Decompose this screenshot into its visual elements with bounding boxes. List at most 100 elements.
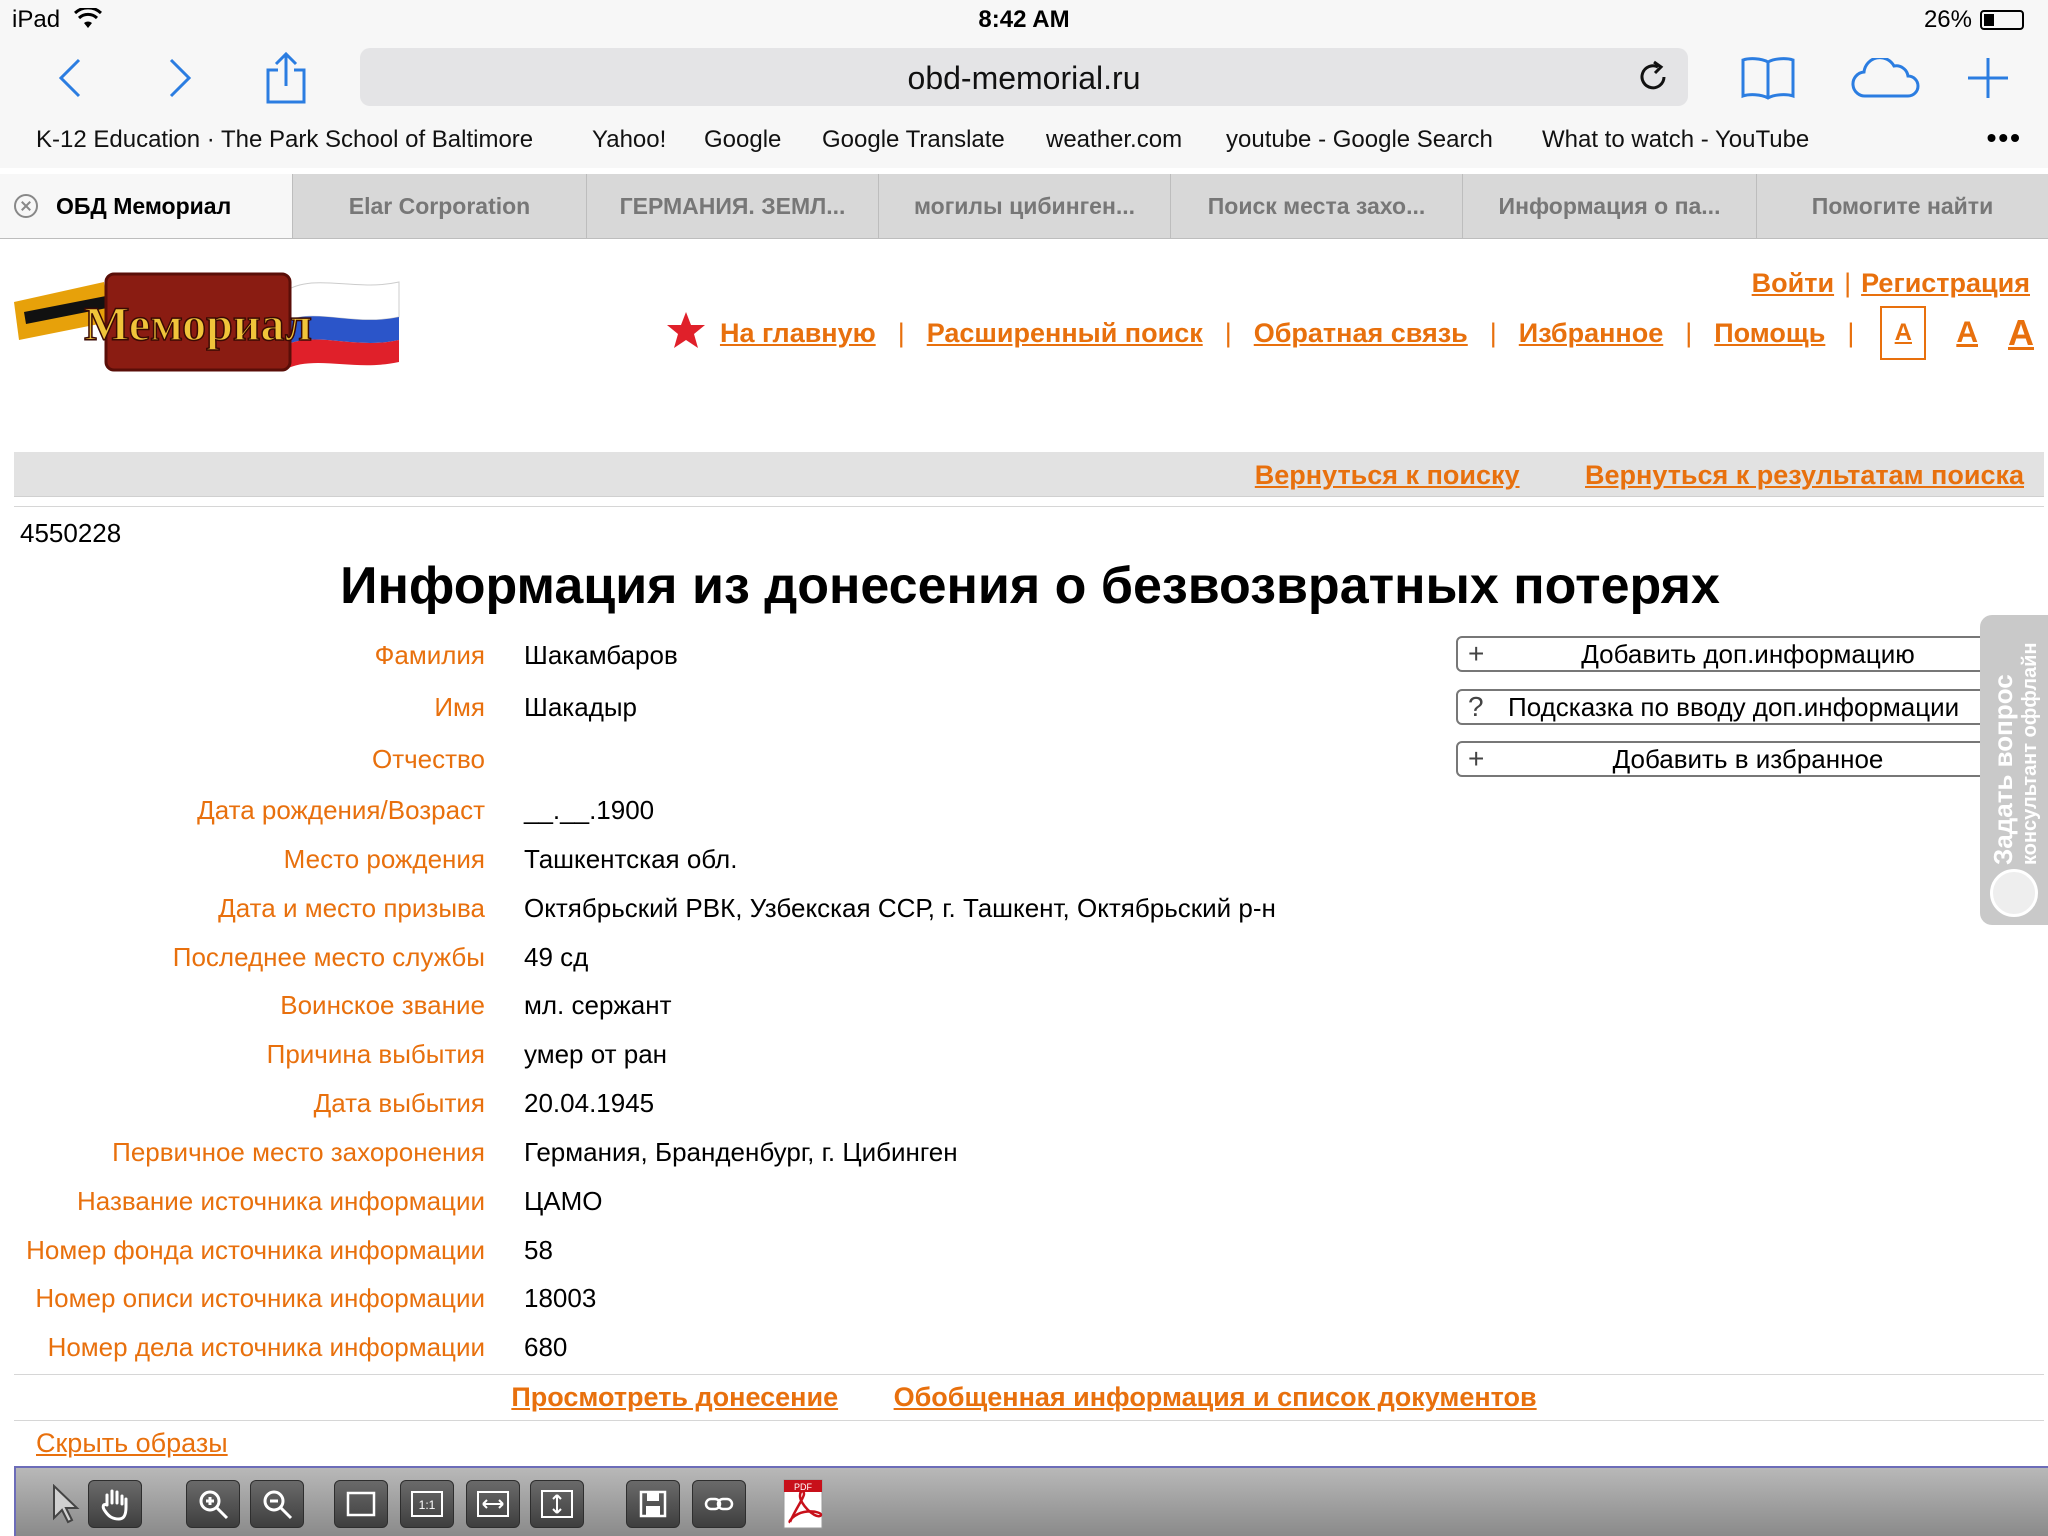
field-row: Номер дела источника информации 680 xyxy=(0,1332,1400,1372)
field-value: Шакамбаров xyxy=(524,640,678,670)
nav-favorites[interactable]: Избранное xyxy=(1519,318,1663,349)
bookmark-youtube-search[interactable]: youtube - Google Search xyxy=(1226,126,1493,154)
divider xyxy=(14,1374,2044,1375)
address-bar[interactable]: obd-memorial.ru xyxy=(360,48,1688,106)
add-info-button[interactable]: + Добавить доп.информацию xyxy=(1456,636,2048,672)
tab-poisk-mesta[interactable]: Поиск места захо... xyxy=(1170,174,1462,238)
close-tab-icon[interactable] xyxy=(14,194,38,218)
font-size-large[interactable]: A xyxy=(2008,312,2034,354)
icloud-tabs-icon[interactable] xyxy=(1850,50,1920,106)
hint-button[interactable]: ? Подсказка по вводу доп.информации xyxy=(1456,689,2048,725)
field-label: Номер дела источника информации xyxy=(47,1332,485,1362)
ask-question-widget[interactable]: Задать вопрос консультант оффлайн xyxy=(1980,615,2048,925)
tab-elar[interactable]: Elar Corporation xyxy=(292,174,586,238)
star-icon xyxy=(666,310,706,357)
tab-informatsiya[interactable]: Информация о па... xyxy=(1462,174,1756,238)
field-label: Причина выбытия xyxy=(266,1039,485,1069)
bookmark-park-school[interactable]: K-12 Education · The Park School of Balt… xyxy=(36,126,533,154)
tab-label: могилы цибинген... xyxy=(913,193,1136,219)
field-label: Последнее место службы xyxy=(172,942,485,972)
field-row: Воинское звание мл. сержант xyxy=(0,990,1400,1030)
save-icon[interactable] xyxy=(626,1480,680,1528)
field-value: Октябрьский РВК, Узбекская ССР, г. Ташке… xyxy=(524,893,1276,923)
field-row: Номер описи источника информации 18003 xyxy=(0,1283,1400,1323)
field-row: Дата и место призыва Октябрьский РВК, Узб… xyxy=(0,893,1400,933)
field-row: Дата выбытия 20.04.1945 xyxy=(0,1088,1400,1128)
back-to-results-link[interactable]: Вернуться к результатам поиска xyxy=(1585,460,2024,490)
register-link[interactable]: Регистрация xyxy=(1861,268,2030,298)
nav-home[interactable]: На главную xyxy=(720,318,876,349)
field-value: 58 xyxy=(524,1235,553,1265)
tab-germania[interactable]: ГЕРМАНИЯ. ЗЕМЛ... xyxy=(586,174,878,238)
tab-pomogite[interactable]: Помогите найти xyxy=(1756,174,2048,238)
svg-text:1:1: 1:1 xyxy=(419,1498,436,1512)
hide-images-link[interactable]: Скрыть образы xyxy=(36,1428,228,1458)
tab-obd-memorial[interactable]: ОБД Мемориал xyxy=(0,174,292,238)
reload-icon[interactable] xyxy=(1636,60,1670,99)
new-tab-icon[interactable] xyxy=(1960,50,2016,106)
field-label: Номер фонда источника информации xyxy=(26,1235,485,1265)
field-row: Название источника информации ЦАМО xyxy=(0,1186,1400,1226)
search-nav-bar: Вернуться к поиску Вернуться к результат… xyxy=(14,452,2044,497)
url-text: obd-memorial.ru xyxy=(907,60,1141,96)
tab-label: ГЕРМАНИЯ. ЗЕМЛ... xyxy=(619,193,846,219)
share-icon[interactable] xyxy=(258,50,314,106)
field-value: Ташкентская обл. xyxy=(524,844,738,874)
fit-width-icon[interactable] xyxy=(466,1480,520,1528)
tab-label: Помогите найти xyxy=(1811,193,1994,219)
field-value: мл. сержант xyxy=(524,990,672,1020)
bookmark-google-translate[interactable]: Google Translate xyxy=(822,126,1005,154)
view-report-link[interactable]: Просмотреть донесение xyxy=(511,1382,838,1412)
field-value: 20.04.1945 xyxy=(524,1088,655,1118)
summary-link[interactable]: Обобщенная информация и список документо… xyxy=(894,1382,1537,1412)
fit-height-icon[interactable] xyxy=(530,1480,584,1528)
chat-icon xyxy=(1990,869,2038,917)
field-label: Отчество xyxy=(371,744,485,774)
field-value: Германия, Бранденбург, г. Цибинген xyxy=(524,1137,958,1167)
bookmark-weather[interactable]: weather.com xyxy=(1046,126,1182,154)
bookmark-google[interactable]: Google xyxy=(704,126,781,154)
add-favorite-button[interactable]: + Добавить в избранное xyxy=(1456,741,2048,777)
pointer-tool-icon[interactable] xyxy=(38,1480,92,1528)
battery: 26% xyxy=(1924,6,2024,34)
browser-toolbar: obd-memorial.ru xyxy=(0,40,2048,116)
field-label: Первичное место захоронения xyxy=(112,1137,485,1167)
field-row: Номер фонда источника информации 58 xyxy=(0,1235,1400,1275)
pdf-icon[interactable]: PDF xyxy=(776,1479,830,1529)
field-label: Номер описи источника информации xyxy=(35,1283,485,1313)
nav-help[interactable]: Помощь xyxy=(1714,318,1825,349)
tab-label: Elar Corporation xyxy=(348,193,531,219)
field-value: умер от ран xyxy=(524,1039,668,1069)
back-to-search-link[interactable]: Вернуться к поиску xyxy=(1255,460,1520,490)
logo-text: Мемориал xyxy=(84,298,312,351)
ask-question-label: Задать вопрос консультант оффлайн xyxy=(1988,642,2041,865)
zoom-in-icon[interactable] xyxy=(186,1480,240,1528)
bookmarks-book-icon[interactable] xyxy=(1740,50,1796,106)
hand-tool-icon[interactable] xyxy=(88,1480,142,1528)
link-icon[interactable] xyxy=(692,1480,746,1528)
font-size-small[interactable]: A xyxy=(1880,306,1927,360)
nav-advanced-search[interactable]: Расширенный поиск xyxy=(927,318,1203,349)
back-icon[interactable] xyxy=(42,50,98,106)
forward-icon[interactable] xyxy=(152,50,208,106)
fit-page-icon[interactable] xyxy=(334,1480,388,1528)
field-label: Дата выбытия xyxy=(313,1088,485,1118)
bookmark-yahoo[interactable]: Yahoo! xyxy=(592,126,666,154)
bookmark-what-to-watch[interactable]: What to watch - YouTube xyxy=(1542,126,1809,154)
memorial-logo[interactable]: Мемориал xyxy=(14,262,404,382)
field-label: Воинское звание xyxy=(280,990,485,1020)
field-label: Место рождения xyxy=(283,844,485,874)
field-row: Последнее место службы 49 сд xyxy=(0,942,1400,982)
field-label: Дата рождения/Возраст xyxy=(197,795,485,825)
auth-links: Войти | Регистрация xyxy=(1751,268,2030,298)
actual-size-icon[interactable]: 1:1 xyxy=(400,1480,454,1528)
zoom-out-icon[interactable] xyxy=(250,1480,304,1528)
login-link[interactable]: Войти xyxy=(1752,268,1834,298)
field-value: 49 сд xyxy=(524,942,589,972)
more-bookmarks-icon[interactable]: ••• xyxy=(1987,122,2022,154)
font-size-medium[interactable]: A xyxy=(1956,316,1978,350)
field-row: Фамилия Шакамбаров xyxy=(0,640,1400,680)
tab-mogily[interactable]: могилы цибинген... xyxy=(878,174,1170,238)
image-viewer-toolbar: 1:1 PDF xyxy=(14,1466,2048,1536)
nav-feedback[interactable]: Обратная связь xyxy=(1254,318,1468,349)
